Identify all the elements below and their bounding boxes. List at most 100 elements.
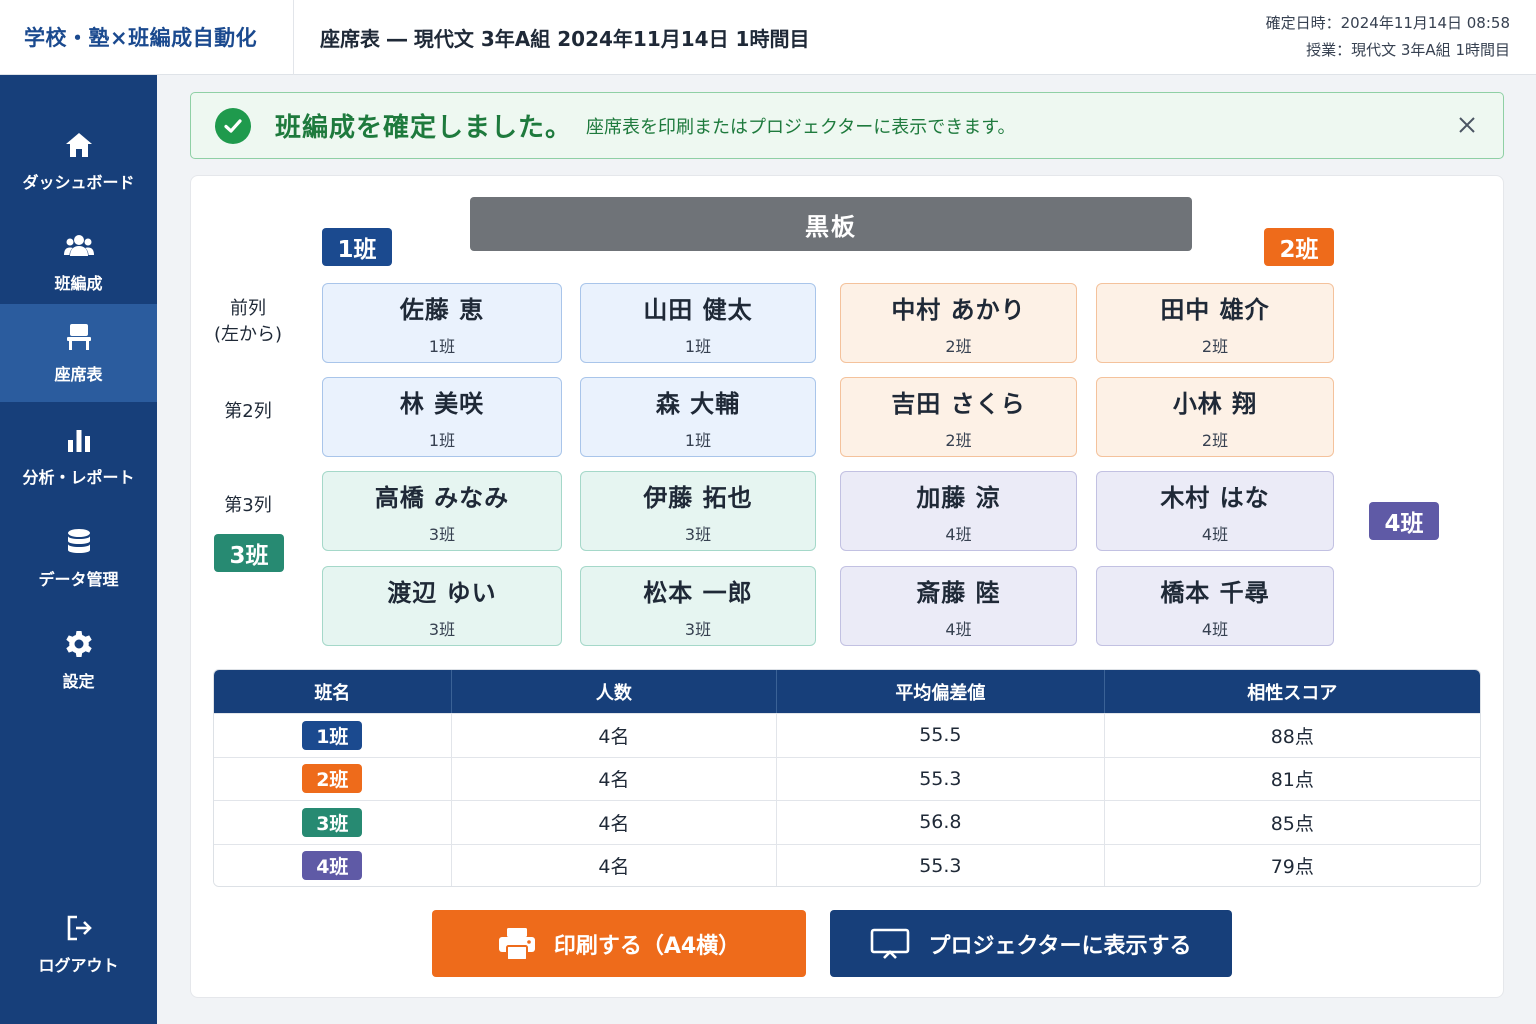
seat-group: 3班: [428, 619, 456, 639]
seat-card[interactable]: 小林 翔 2班: [1096, 377, 1334, 457]
student-name: 田中 雄介: [1160, 295, 1270, 324]
users-icon: [63, 235, 94, 256]
seat-group: 1班: [428, 336, 456, 356]
top-bar: 学校・塾×班編成自動化 座席表 ― 現代文 3年A組 2024年11月14日 1…: [0, 0, 1536, 75]
avg-cell: 55.3: [777, 757, 1105, 800]
sidebar-item-label: 座席表: [54, 365, 103, 384]
table-header: 班名 人数 平均偏差値 相性スコア: [214, 670, 1480, 713]
row-label-second: 第2列: [224, 401, 272, 422]
column-header: 人数: [452, 670, 778, 713]
sidebar-item-seating[interactable]: 座席表: [0, 304, 157, 402]
column-header: 相性スコア: [1247, 682, 1338, 704]
database-icon: [67, 529, 90, 553]
student-name: 林 美咲: [399, 389, 485, 418]
score-cell: 79点: [1270, 856, 1314, 879]
count-cell: 4名: [452, 844, 778, 886]
seat-card[interactable]: 木村 はな 4班: [1096, 471, 1334, 551]
close-icon: [1459, 117, 1475, 133]
sidebar-item-label: 班編成: [54, 274, 103, 293]
seat-group: 3班: [684, 619, 712, 639]
alert-title: 班編成を確定しました。: [275, 113, 573, 143]
score-cell: 85点: [1270, 812, 1314, 835]
seat-card[interactable]: 中村 あかり 2班: [840, 283, 1077, 363]
sidebar-item-grouping[interactable]: 班編成: [0, 213, 157, 311]
sidebar-item-label: ダッシュボード: [22, 173, 135, 192]
seat-card[interactable]: 山田 健太 1班: [580, 283, 816, 363]
app-brand[interactable]: 学校・塾×班編成自動化: [0, 0, 294, 75]
table-row: 2班 4名 55.3 81点: [214, 756, 1480, 800]
group-badge: 2班: [302, 764, 363, 794]
group-badge-4: 4班: [1369, 502, 1439, 540]
projector-button-label: プロジェクターに表示する: [928, 933, 1192, 959]
lesson-info: 授業：現代文 3年A組 1時間目: [1306, 41, 1510, 59]
table-row: 4班 4名 55.3 79点: [214, 843, 1480, 886]
lesson-meta: 確定日時：2024年11月14日 08:58 授業：現代文 3年A組 1時間目: [1266, 10, 1536, 64]
group-cell: 3班: [214, 801, 452, 844]
seat-group: 2班: [1201, 336, 1229, 356]
confirmed-datetime: 確定日時：2024年11月14日 08:58: [1265, 14, 1510, 32]
student-name: 吉田 さくら: [891, 389, 1026, 418]
logout-button[interactable]: ログアウト: [0, 895, 157, 993]
alert-close-button[interactable]: [1453, 111, 1481, 139]
seat-card[interactable]: 高橋 みなみ 3班: [322, 471, 562, 551]
logout-icon: [67, 915, 92, 941]
seat-card[interactable]: 吉田 さくら 2班: [840, 377, 1077, 457]
group-summary-table: 班名 人数 平均偏差値 相性スコア 1班 4名 55.5 88点 2班 4名 5…: [213, 669, 1481, 887]
avg-cell: 56.8: [777, 801, 1105, 844]
print-button-label: 印刷する（A4横）: [553, 933, 741, 959]
group-badge-3: 3班: [214, 534, 284, 572]
seat-card[interactable]: 林 美咲 1班: [322, 377, 562, 457]
row-label-front-text: 前列: [230, 298, 266, 319]
group-badge: 3班: [302, 807, 363, 837]
student-name: 佐藤 恵: [399, 295, 485, 324]
sidebar-item-data[interactable]: データ管理: [0, 509, 157, 607]
group-badge: 4班: [302, 851, 363, 881]
sidebar-item-dashboard[interactable]: ダッシュボード: [0, 112, 157, 210]
student-name: 中村 あかり: [891, 295, 1026, 324]
seat-group: 1班: [684, 430, 712, 450]
avg-cell: 55.5: [777, 714, 1105, 757]
seat-group: 4班: [1201, 524, 1229, 544]
success-alert: 班編成を確定しました。 座席表を印刷またはプロジェクターに表示できます。: [190, 92, 1504, 159]
bar-chart-icon: [67, 430, 90, 452]
row-label-front: 前列 (左から): [198, 296, 298, 348]
home-icon: [65, 133, 92, 157]
table-row: 1班 4名 55.5 88点: [214, 713, 1480, 757]
seat-card[interactable]: 伊藤 拓也 3班: [580, 471, 816, 551]
group-cell: 1班: [214, 714, 452, 757]
check-circle-icon: [215, 107, 251, 144]
logout-label: ログアウト: [38, 956, 119, 975]
sidebar-item-settings[interactable]: 設定: [0, 611, 157, 709]
seat-card[interactable]: 加藤 涼 4班: [840, 471, 1077, 551]
score-cell: 81点: [1270, 769, 1314, 792]
projector-button[interactable]: プロジェクターに表示する: [830, 910, 1232, 977]
seat-card[interactable]: 松本 一郎 3班: [580, 566, 816, 646]
seat-card[interactable]: 橋本 千尋 4班: [1096, 566, 1334, 646]
sidebar: ダッシュボード 班編成 座席表 分析・レポート データ管理 設定 ログアウト: [0, 75, 157, 1024]
seat-card[interactable]: 斎藤 陸 4班: [840, 566, 1077, 646]
gear-icon: [65, 631, 92, 657]
student-name: 斎藤 陸: [916, 578, 1001, 607]
monitor-icon: [871, 928, 910, 959]
column-header: 班名: [214, 670, 452, 713]
sidebar-item-label: データ管理: [38, 570, 119, 589]
sidebar-item-analytics[interactable]: 分析・レポート: [0, 407, 157, 505]
student-name: 木村 はな: [1160, 483, 1270, 512]
seat-group: 1班: [684, 336, 712, 356]
alert-message: 座席表を印刷またはプロジェクターに表示できます。: [586, 116, 1016, 138]
table-row: 3班 4名 56.8 85点: [214, 800, 1480, 844]
seat-card[interactable]: 佐藤 恵 1班: [322, 283, 562, 363]
seat-card[interactable]: 森 大輔 1班: [580, 377, 816, 457]
seat-group: 4班: [945, 524, 972, 544]
seat-group: 4班: [1201, 619, 1229, 639]
sidebar-item-label: 設定: [62, 672, 95, 691]
student-name: 小林 翔: [1172, 389, 1258, 418]
seat-group: 3班: [684, 524, 712, 544]
print-button[interactable]: 印刷する（A4横）: [432, 910, 806, 977]
student-name: 高橋 みなみ: [374, 483, 510, 512]
seat-card[interactable]: 渡辺 ゆい 3班: [322, 566, 562, 646]
student-name: 伊藤 拓也: [643, 483, 753, 512]
seat-card[interactable]: 田中 雄介 2班: [1096, 283, 1334, 363]
student-name: 加藤 涼: [916, 483, 1001, 512]
group-badge: 1班: [302, 720, 363, 750]
